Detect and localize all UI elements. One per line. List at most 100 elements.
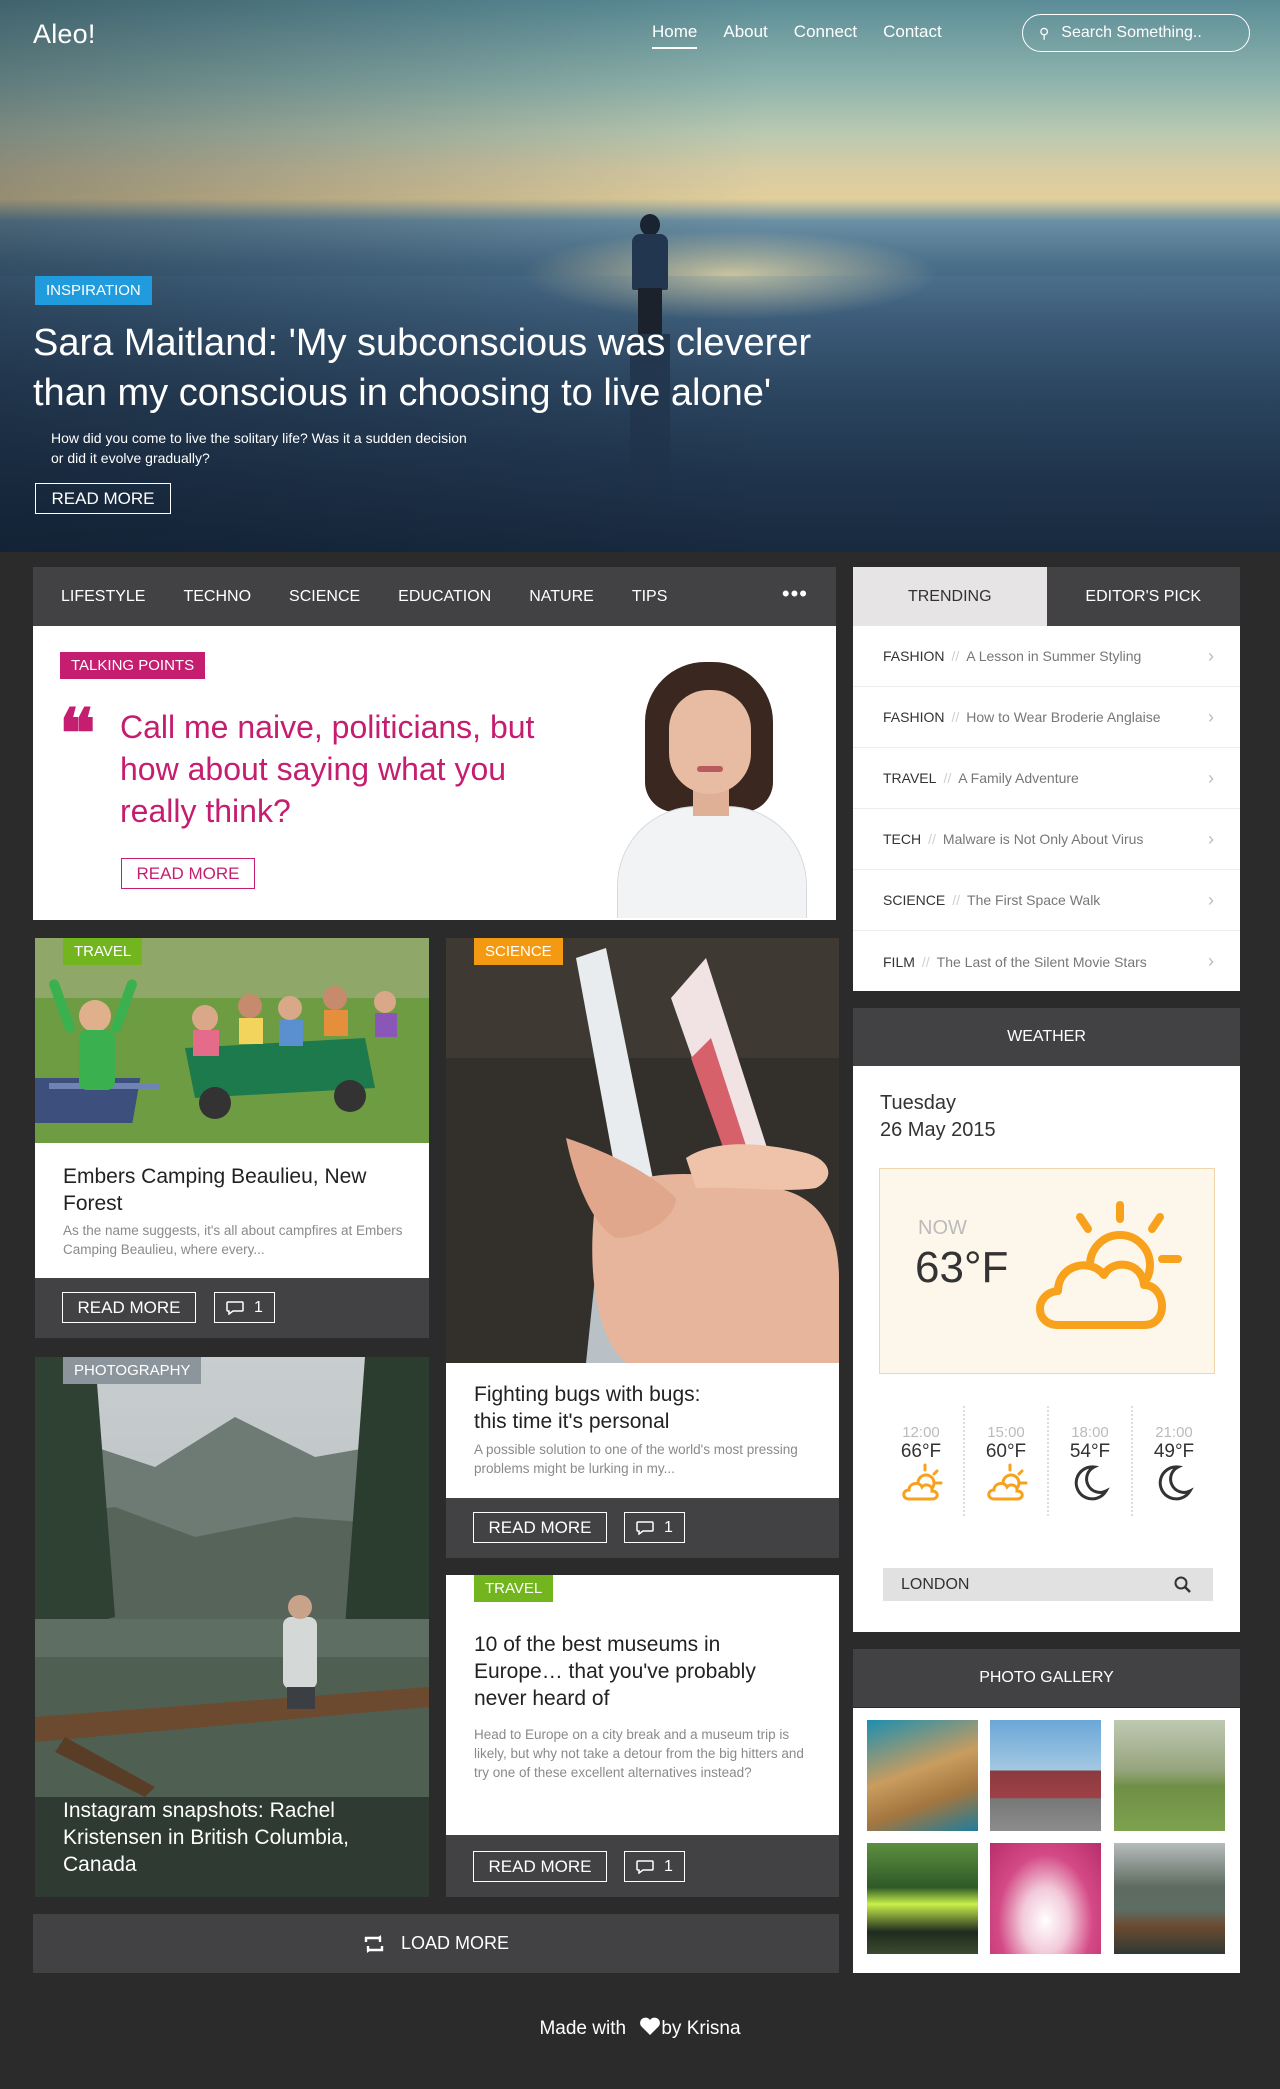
nav-about[interactable]: About [723, 22, 767, 49]
hero-category-badge[interactable]: INSPIRATION [35, 276, 152, 305]
forecast-slot: 12:00 66°F [879, 1406, 963, 1516]
trending-item[interactable]: FASHION // How to Wear Broderie Anglaise › [853, 687, 1240, 748]
weather-widget: Tuesday 26 May 2015 NOW 63°F 12:00 66°F … [853, 1066, 1240, 1632]
city-search[interactable]: LONDON [883, 1568, 1213, 1601]
load-more-button[interactable]: LOAD MORE [33, 1914, 839, 1973]
footer-author[interactable]: by Krisna [661, 2018, 740, 2039]
trending-list: FASHION // A Lesson in Summer Styling › FAS… [853, 626, 1240, 991]
photography-card-title[interactable]: Instagram snapshots: Rachel Kristensen i… [63, 1797, 363, 1878]
category-lifestyle[interactable]: LIFESTYLE [61, 588, 145, 606]
city-name: LONDON [901, 1575, 970, 1593]
travel-read-more-button[interactable]: READ MORE [62, 1292, 196, 1323]
article-card-museums[interactable]: 10 of the best museums in Europe… that y… [446, 1575, 839, 1897]
forecast-temp: 60°F [985, 1441, 1027, 1462]
separator: // [951, 648, 960, 664]
search-box[interactable]: ⚲ [1022, 14, 1250, 52]
moon-icon [1158, 1465, 1194, 1501]
article-card-travel[interactable]: TRAVEL Embers Camping Beaulieu, New Fore… [35, 938, 429, 1338]
gallery-photo-pink-room[interactable] [990, 1843, 1101, 1954]
tab-trending[interactable]: TRENDING [853, 567, 1047, 626]
nav-contact[interactable]: Contact [883, 22, 942, 49]
nav-connect[interactable]: Connect [794, 22, 857, 49]
trending-title: The First Space Walk [967, 892, 1101, 908]
gallery-photo-picnic[interactable] [1114, 1720, 1225, 1831]
science-card-desc: A possible solution to one of the world'… [474, 1442, 798, 1476]
chevron-right-icon: › [1208, 951, 1214, 971]
travel-comment-count: 1 [254, 1298, 263, 1316]
trending-category: SCIENCE [883, 892, 946, 908]
trending-title: Malware is Not Only About Virus [942, 831, 1144, 847]
refresh-icon [364, 1934, 384, 1953]
trending-item[interactable]: TECH // Malware is Not Only About Virus › [853, 809, 1240, 870]
trending-item[interactable]: TRAVEL // A Family Adventure › [853, 748, 1240, 809]
trending-item[interactable]: SCIENCE // The First Space Walk › [853, 870, 1240, 931]
chevron-right-icon: › [1208, 706, 1214, 727]
science-comment-count: 1 [664, 1518, 673, 1536]
talking-read-more-button[interactable]: READ MORE [121, 858, 255, 889]
hero-subtitle: How did you come to live the solitary li… [51, 430, 467, 466]
trending-category: TECH [883, 831, 922, 847]
science-card-footer: READ MORE 1 [446, 1498, 839, 1558]
tab-editors-pick[interactable]: EDITOR'S PICK [1046, 567, 1240, 626]
separator: // [943, 770, 952, 786]
science-tag[interactable]: SCIENCE [474, 938, 563, 965]
chevron-right-icon: › [1208, 889, 1214, 910]
pen-hand-illustration [446, 938, 839, 1363]
gallery-photo-lake[interactable] [1114, 1843, 1225, 1954]
footer-made-with: Made with [539, 2018, 627, 2039]
separator: // [928, 831, 936, 847]
nav-home[interactable]: Home [652, 22, 698, 49]
category-education[interactable]: EDUCATION [398, 588, 491, 606]
comment-icon [636, 1859, 654, 1874]
category-science[interactable]: SCIENCE [289, 588, 360, 606]
museums-travel-tag[interactable]: TRAVEL [474, 1575, 554, 1602]
trending-title: The Last of the Silent Movie Stars [936, 953, 1147, 970]
search-icon[interactable] [1174, 1576, 1191, 1593]
travel-tag[interactable]: TRAVEL [63, 938, 143, 965]
separator: // [921, 953, 930, 970]
category-nature[interactable]: NATURE [529, 588, 594, 606]
category-techno[interactable]: TECHNO [183, 588, 251, 606]
gallery-photo-cyclists[interactable] [867, 1843, 978, 1954]
museums-comment-count: 1 [664, 1857, 673, 1875]
travel-card-body: Embers Camping Beaulieu, New Forest As t… [35, 1143, 429, 1278]
portrait-image [607, 656, 817, 918]
hero-banner: Aleo! Home About Connect Contact ⚲ INSPI… [0, 0, 1280, 552]
trending-item[interactable]: FILM // The Last of the Silent Movie Stars… [853, 931, 1240, 992]
trending-item[interactable]: FASHION // A Lesson in Summer Styling › [853, 626, 1240, 687]
article-card-science[interactable]: SCIENCE Fighting bugs with bugs: this ti… [446, 938, 839, 1558]
partly-sunny-icon [1036, 1201, 1182, 1329]
hero-read-more-button[interactable]: READ MORE [35, 483, 171, 514]
forecast-temp: 66°F [900, 1441, 942, 1462]
camping-image [35, 938, 429, 1143]
category-tips[interactable]: TIPS [632, 588, 668, 606]
forecast-time: 12:00 [902, 1424, 940, 1441]
gallery-photo-coastal-village[interactable] [867, 1720, 978, 1831]
search-input[interactable] [1061, 24, 1222, 42]
talking-points-tag[interactable]: TALKING POINTS [60, 652, 206, 679]
science-read-more-button[interactable]: READ MORE [473, 1512, 607, 1543]
portrait-face [669, 690, 751, 794]
article-card-photography[interactable]: PHOTOGRAPHY Instagram snapshots: Rachel … [35, 1357, 429, 1897]
partly-sunny-icon [987, 1463, 1028, 1501]
gallery-photo-vintage-bus[interactable] [990, 1720, 1101, 1831]
more-categories-icon[interactable]: ••• [782, 581, 808, 607]
travel-card-title[interactable]: Embers Camping Beaulieu, New Forest [63, 1163, 403, 1217]
museums-comments-button[interactable]: 1 [624, 1851, 685, 1882]
museums-card-title[interactable]: 10 of the best museums in Europe… that y… [474, 1631, 794, 1712]
museums-card-body: 10 of the best museums in Europe… that y… [446, 1575, 839, 1835]
moon-icon [1074, 1465, 1110, 1501]
travel-card-desc: As the name suggests, it's all about cam… [63, 1223, 403, 1257]
heart-icon [640, 2017, 661, 2035]
museums-read-more-button[interactable]: READ MORE [473, 1851, 607, 1882]
search-icon[interactable]: ⚲ [1039, 25, 1049, 42]
site-logo[interactable]: Aleo! [33, 19, 96, 50]
photography-tag[interactable]: PHOTOGRAPHY [63, 1357, 202, 1384]
weather-date: Tuesday 26 May 2015 [880, 1090, 996, 1144]
trending-category: FASHION [883, 709, 945, 725]
science-card-title[interactable]: Fighting bugs with bugs: this time it's … [474, 1381, 734, 1435]
travel-comments-button[interactable]: 1 [214, 1292, 275, 1323]
museums-card-footer: READ MORE 1 [446, 1837, 839, 1897]
standing-person [626, 214, 674, 334]
science-comments-button[interactable]: 1 [624, 1512, 685, 1543]
